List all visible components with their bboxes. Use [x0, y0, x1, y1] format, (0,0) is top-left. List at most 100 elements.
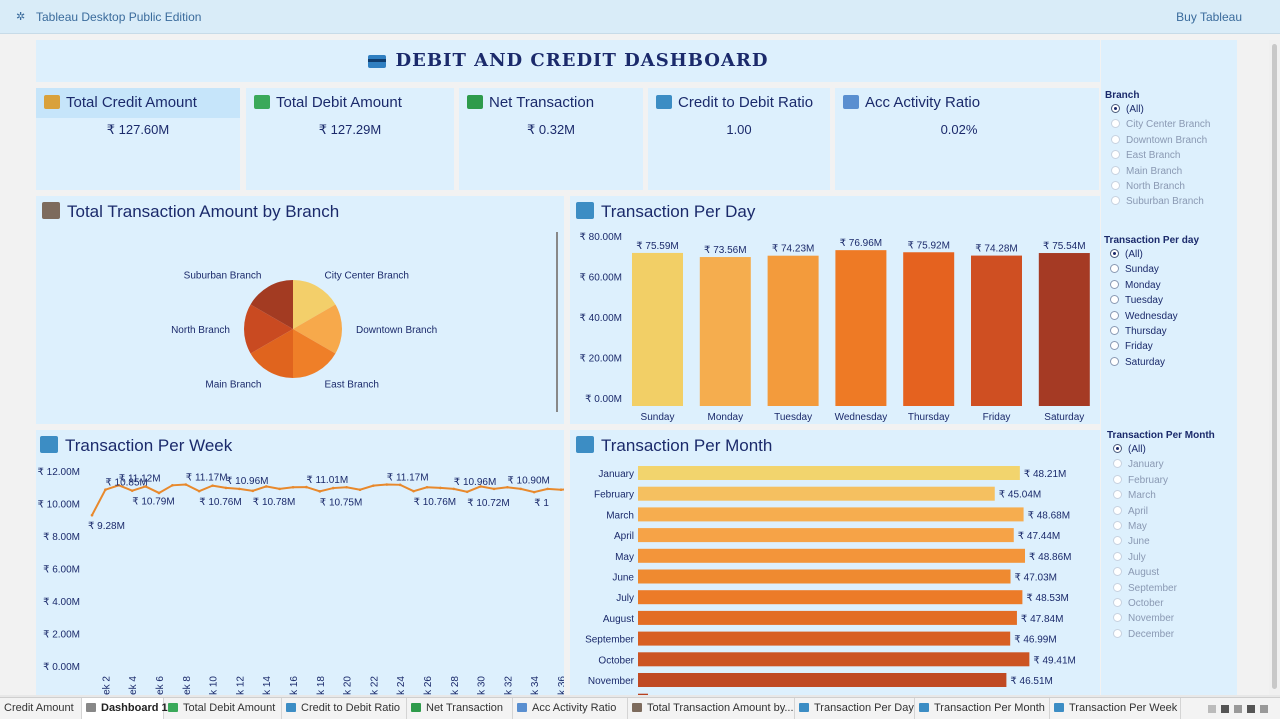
filter-option-month[interactable]: November — [1113, 613, 1174, 624]
filter-option-branch[interactable]: Main Branch — [1111, 165, 1182, 177]
view-controls[interactable] — [1208, 704, 1270, 714]
week-point[interactable] — [318, 490, 322, 493]
filter-option-day[interactable]: (All) — [1110, 249, 1143, 260]
filter-option-day[interactable]: Sunday — [1110, 264, 1159, 275]
week-point[interactable] — [559, 488, 563, 491]
radio-button-icon[interactable] — [1113, 521, 1122, 530]
radio-button-icon[interactable] — [1113, 505, 1122, 515]
sheet-tab[interactable]: Credit to Debit Ratio — [282, 698, 407, 719]
week-point[interactable] — [358, 488, 362, 491]
week-point[interactable] — [398, 483, 402, 487]
filter-option-branch[interactable]: Downtown Branch — [1111, 134, 1207, 146]
radio-button-icon[interactable] — [1113, 567, 1122, 577]
radio-button-icon[interactable] — [1111, 104, 1120, 113]
filter-option-month[interactable]: (All) — [1113, 444, 1146, 455]
month-bar-partial[interactable] — [638, 693, 648, 695]
filter-option-month[interactable]: July — [1113, 551, 1146, 563]
filter-option-day[interactable]: Monday — [1110, 279, 1161, 291]
filter-option-month[interactable]: March — [1113, 490, 1156, 501]
week-point[interactable] — [305, 485, 308, 489]
month-bar[interactable] — [638, 610, 1017, 625]
week-point[interactable] — [224, 486, 228, 490]
vertical-scrollbar[interactable] — [1269, 40, 1280, 695]
radio-button-icon[interactable] — [1111, 119, 1120, 129]
view-control-icon[interactable] — [1221, 705, 1229, 713]
day-bar[interactable] — [903, 252, 955, 406]
week-point[interactable] — [197, 489, 201, 493]
week-point[interactable] — [331, 486, 335, 490]
week-point[interactable] — [238, 487, 241, 491]
week-point[interactable] — [546, 487, 549, 491]
radio-button-icon[interactable] — [1113, 598, 1122, 607]
view-control-icon[interactable] — [1234, 705, 1242, 713]
day-bar-chart[interactable]: ₹ 80.00M ₹ 60.00M ₹ 40.00M ₹ 20.00M ₹ 0.00M ₹… — [570, 196, 1100, 424]
week-point[interactable] — [251, 489, 255, 493]
week-point[interactable] — [211, 484, 214, 487]
filter-option-branch[interactable]: East Branch — [1111, 150, 1180, 161]
month-bar[interactable] — [638, 590, 1023, 605]
radio-button-icon[interactable] — [1110, 356, 1119, 366]
filter-option-branch[interactable]: North Branch — [1111, 181, 1185, 192]
month-bar[interactable] — [638, 548, 1026, 563]
filter-option-day[interactable]: Saturday — [1110, 356, 1165, 368]
filter-option-branch[interactable]: Suburban Branch — [1111, 196, 1204, 207]
week-point[interactable] — [104, 488, 107, 491]
kpi-net-transaction[interactable]: Net Transaction ₹ 0.32M — [459, 88, 643, 190]
filter-option-month[interactable]: February — [1113, 474, 1168, 486]
filter-option-day[interactable]: Friday — [1110, 341, 1153, 352]
filter-option-month[interactable]: October — [1113, 598, 1164, 609]
filter-option-day[interactable]: Thursday — [1110, 326, 1167, 337]
radio-button-icon[interactable] — [1111, 165, 1120, 175]
month-bar[interactable] — [638, 507, 1024, 522]
kpi-acc-activity-ratio[interactable]: Acc Activity Ratio 0.02% — [835, 88, 1099, 190]
week-point[interactable] — [278, 487, 281, 491]
week-point[interactable] — [519, 487, 523, 491]
sheet-tab[interactable]: Total Debit Amount — [164, 698, 282, 719]
month-bar[interactable] — [638, 486, 995, 501]
filter-option-month[interactable]: May — [1113, 521, 1147, 532]
week-point[interactable] — [130, 489, 134, 492]
radio-button-icon[interactable] — [1110, 295, 1119, 305]
month-bar-chart[interactable]: January ₹ 48.21M February ₹ 45.04M March ₹ 48… — [570, 430, 1100, 695]
sheet-tab[interactable]: Transaction Per Month — [915, 698, 1050, 719]
week-point[interactable] — [291, 485, 295, 489]
day-bar[interactable] — [767, 255, 819, 406]
filter-option-month[interactable]: August — [1113, 567, 1159, 578]
buy-tableau-link[interactable]: Buy Tableau — [1176, 10, 1242, 24]
day-bar[interactable] — [835, 250, 887, 406]
month-bar[interactable] — [638, 631, 1011, 646]
radio-button-icon[interactable] — [1113, 551, 1122, 561]
filter-option-month[interactable]: December — [1113, 628, 1174, 640]
day-bar[interactable] — [1038, 253, 1090, 406]
week-line-chart[interactable]: ₹ 12.00M ₹ 10.00M ₹ 8.00M ₹ 6.00M ₹ 4.00M ₹ 2… — [36, 430, 564, 695]
filter-option-month[interactable]: June — [1113, 536, 1150, 547]
filter-option-month[interactable]: January — [1113, 459, 1164, 470]
sheet-tab[interactable]: Transaction Per Week — [1050, 698, 1181, 719]
filter-option-day[interactable]: Tuesday — [1110, 295, 1163, 306]
sheet-tab[interactable]: Transaction Per Day — [795, 698, 915, 719]
radio-button-icon[interactable] — [1110, 341, 1119, 351]
radio-button-icon[interactable] — [1110, 279, 1119, 289]
radio-button-icon[interactable] — [1113, 444, 1122, 453]
scrollbar-thumb[interactable] — [1272, 44, 1277, 689]
radio-button-icon[interactable] — [1110, 310, 1119, 320]
filter-option-day[interactable]: Wednesday — [1110, 310, 1178, 322]
radio-button-icon[interactable] — [1113, 536, 1122, 546]
radio-button-icon[interactable] — [1111, 134, 1120, 144]
filter-option-month[interactable]: April — [1113, 505, 1148, 517]
radio-button-icon[interactable] — [1113, 459, 1122, 469]
radio-button-icon[interactable] — [1110, 264, 1119, 274]
week-point[interactable] — [465, 490, 469, 494]
radio-button-icon[interactable] — [1110, 249, 1119, 258]
view-control-icon[interactable] — [1247, 705, 1255, 713]
month-bar[interactable] — [638, 466, 1020, 480]
week-point[interactable] — [452, 487, 456, 491]
day-bar[interactable] — [971, 255, 1022, 406]
week-point[interactable] — [157, 491, 161, 495]
sheet-tab[interactable]: Total Transaction Amount by... — [628, 698, 795, 719]
view-control-icon[interactable] — [1260, 705, 1268, 713]
sheet-tab[interactable]: Credit Amount — [0, 698, 82, 719]
kpi-credit-debit-ratio[interactable]: Credit to Debit Ratio 1.00 — [648, 88, 830, 190]
week-point[interactable] — [184, 483, 188, 486]
radio-button-icon[interactable] — [1110, 326, 1119, 335]
